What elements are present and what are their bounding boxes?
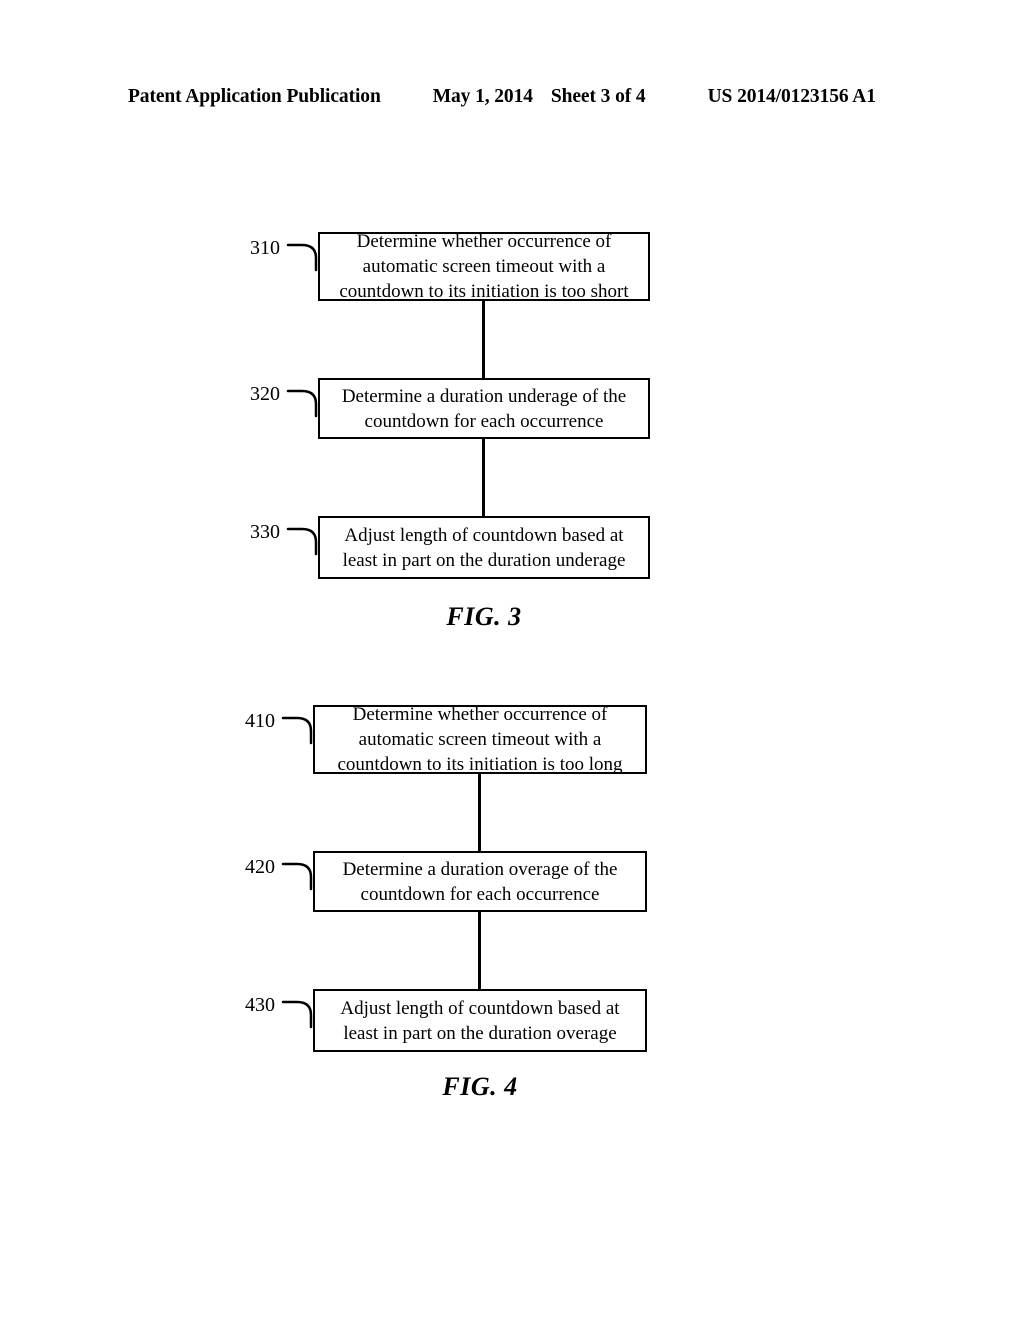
step-310-line-1: Determine whether occurrence of — [356, 231, 612, 252]
leader-line-330 — [286, 527, 318, 556]
reference-numeral-430: 430 — [245, 994, 275, 1016]
step-410-line-3: countdown to its initiation is too long — [337, 754, 623, 775]
flowchart-step-320: Determine a duration underage of the cou… — [318, 378, 650, 439]
connector-420-to-430 — [478, 910, 481, 991]
step-430-line-1: Adjust length of countdown based at — [340, 997, 620, 1019]
reference-numeral-410: 410 — [245, 710, 275, 732]
step-420-line-2: countdown for each occurrence — [360, 883, 600, 905]
leader-line-420 — [281, 862, 313, 891]
step-420-line-1: Determine a duration overage of the — [342, 858, 618, 880]
leader-line-430 — [281, 1000, 313, 1029]
leader-line-310 — [286, 243, 318, 272]
connector-320-to-330 — [482, 438, 485, 518]
step-310-line-3: countdown to its initiation is too short — [339, 281, 629, 302]
step-320-line-1: Determine a duration underage of the — [341, 385, 627, 407]
reference-numeral-310: 310 — [250, 237, 280, 259]
step-310-line-2: automatic screen timeout with a — [362, 256, 606, 277]
leader-line-410 — [281, 716, 313, 745]
step-320-line-2: countdown for each occurrence — [364, 410, 604, 432]
flowchart-step-420: Determine a duration overage of the coun… — [313, 851, 647, 912]
reference-numeral-320: 320 — [250, 383, 280, 405]
step-410-line-2: automatic screen timeout with a — [358, 729, 602, 750]
connector-410-to-420 — [478, 771, 481, 853]
step-330-line-1: Adjust length of countdown based at — [344, 524, 624, 546]
figure-caption-4: FIG. 4 — [442, 1072, 518, 1101]
step-410-line-1: Determine whether occurrence of — [352, 704, 608, 725]
flowchart-step-410: Determine whether occurrence of automati… — [313, 704, 647, 775]
reference-numeral-420: 420 — [245, 856, 275, 878]
flowchart-step-330: Adjust length of countdown based at leas… — [318, 516, 650, 579]
step-330-line-2: least in part on the duration underage — [342, 549, 626, 571]
flowchart-step-430: Adjust length of countdown based at leas… — [313, 989, 647, 1052]
flowchart-step-310: Determine whether occurrence of automati… — [318, 231, 650, 302]
reference-numeral-330: 330 — [250, 521, 280, 543]
step-430-line-2: least in part on the duration overage — [343, 1022, 617, 1044]
connector-310-to-320 — [482, 298, 485, 380]
leader-line-320 — [286, 389, 318, 418]
